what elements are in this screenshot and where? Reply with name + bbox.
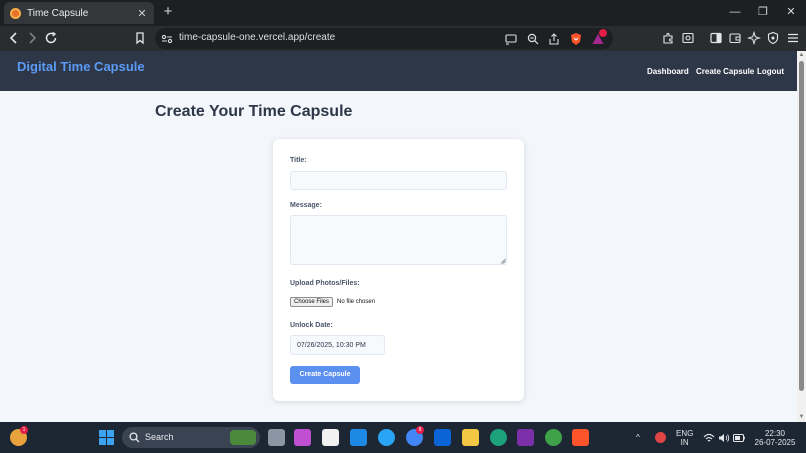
address-bar[interactable]: time-capsule-one.vercel.app/create (155, 28, 613, 49)
language-bottom: IN (680, 438, 689, 447)
title-label: Title: (290, 157, 307, 164)
message-textarea[interactable] (290, 215, 507, 265)
chrome-profile-icon[interactable]: 8 (406, 426, 424, 446)
site-header: Digital Time Capsule Dashboard Create Ca… (0, 51, 797, 91)
nav-logout[interactable]: Logout (757, 67, 784, 76)
nav-create-capsule[interactable]: Create Capsule (696, 67, 754, 76)
app-icon[interactable] (350, 429, 367, 446)
onenote-icon[interactable] (517, 429, 534, 446)
cast-icon[interactable] (503, 31, 519, 47)
tab-close-icon[interactable]: ✕ (136, 7, 148, 20)
new-tab-button[interactable]: + (160, 4, 176, 20)
extensions-icon[interactable] (660, 30, 676, 46)
site-settings-icon[interactable] (159, 31, 175, 47)
wallet-icon[interactable] (727, 30, 743, 46)
back-icon[interactable] (6, 30, 22, 46)
minimize-button[interactable]: — (726, 3, 744, 21)
wifi-icon[interactable] (703, 433, 715, 443)
forward-icon[interactable] (24, 30, 40, 46)
scroll-down-icon[interactable]: ▼ (798, 414, 805, 421)
nav-dashboard[interactable]: Dashboard (647, 67, 689, 76)
unlock-date-input[interactable]: 07/26/2025, 10:30 PM (290, 335, 385, 355)
outlook-icon[interactable] (434, 429, 451, 446)
clock[interactable]: 22:30 26-07-2025 (752, 429, 798, 447)
language-indicator[interactable]: ENG IN (676, 429, 693, 447)
reload-icon[interactable] (43, 30, 59, 46)
page-scrollbar[interactable]: ▲ ▼ (797, 51, 806, 422)
bookmark-icon[interactable] (132, 30, 148, 46)
clock-time: 22:30 (764, 429, 786, 438)
resize-grip-icon[interactable] (500, 258, 506, 264)
windows-taskbar: 1 Search 8 ^ ENG IN 22:30 26-07-2025 (0, 422, 806, 453)
create-capsule-form: Title: Message: Upload Photos/Files: Cho… (273, 139, 524, 401)
search-icon (129, 432, 140, 443)
file-explorer-icon[interactable] (462, 429, 479, 446)
weather-badge: 1 (20, 426, 28, 434)
search-placeholder: Search (145, 432, 174, 442)
page-title: Create Your Time Capsule (155, 103, 353, 120)
tab-title: Time Capsule (27, 7, 89, 19)
browser-toolbar: time-capsule-one.vercel.app/create (0, 26, 806, 51)
browser-tab[interactable]: Time Capsule ✕ (4, 2, 154, 24)
file-input: Choose Files No file chosen (290, 297, 375, 307)
copilot-icon[interactable] (294, 429, 311, 446)
share-icon[interactable] (546, 31, 562, 47)
battery-icon[interactable] (733, 434, 745, 442)
tray-chevron-icon[interactable]: ^ (636, 433, 640, 442)
photos-icon[interactable] (322, 429, 339, 446)
browser-tab-strip: Time Capsule ✕ + — ❐ ✕ (0, 0, 806, 26)
weather-widget-icon[interactable]: 1 (10, 426, 28, 446)
upload-label: Upload Photos/Files: (290, 280, 360, 287)
sidebar-icon[interactable] (708, 30, 724, 46)
taskbar-search[interactable]: Search (122, 427, 260, 448)
chrome-icon[interactable] (545, 429, 562, 446)
message-label: Message: (290, 202, 322, 209)
brave-rewards-icon[interactable] (590, 29, 607, 47)
tray-app-icon[interactable] (655, 432, 666, 443)
unlock-date-label: Unlock Date: (290, 322, 333, 329)
scroll-thumb[interactable] (799, 61, 804, 391)
screenshot-icon[interactable] (680, 30, 696, 46)
language-top: ENG (676, 429, 694, 438)
brave-taskbar-icon[interactable] (572, 429, 589, 446)
search-highlight-icon (230, 430, 256, 445)
title-input[interactable] (290, 171, 507, 190)
edge-icon[interactable] (490, 429, 507, 446)
brave-shields-icon[interactable] (568, 31, 584, 47)
rewards-badge (599, 29, 607, 37)
maximize-button[interactable]: ❐ (754, 3, 772, 21)
brand-logo[interactable]: Digital Time Capsule (17, 59, 145, 74)
chrome-badge: 8 (416, 426, 424, 434)
web-page: Digital Time Capsule Dashboard Create Ca… (0, 51, 797, 422)
no-file-text: No file chosen (337, 299, 376, 305)
create-capsule-button[interactable]: Create Capsule (290, 366, 360, 384)
url-text: time-capsule-one.vercel.app/create (179, 32, 336, 43)
clock-date: 26-07-2025 (754, 438, 796, 447)
start-icon[interactable] (98, 429, 115, 446)
time-capsule-favicon-icon (10, 7, 21, 19)
choose-files-button[interactable]: Choose Files (290, 297, 334, 307)
leo-ai-icon[interactable] (746, 30, 762, 46)
volume-icon[interactable] (718, 433, 730, 443)
task-view-icon[interactable] (268, 429, 285, 446)
close-window-button[interactable]: ✕ (782, 3, 800, 21)
vpn-icon[interactable] (765, 30, 781, 46)
menu-icon[interactable] (785, 30, 801, 46)
skype-icon[interactable] (378, 429, 395, 446)
zoom-icon[interactable] (525, 31, 541, 47)
scroll-up-icon[interactable]: ▲ (798, 52, 805, 59)
